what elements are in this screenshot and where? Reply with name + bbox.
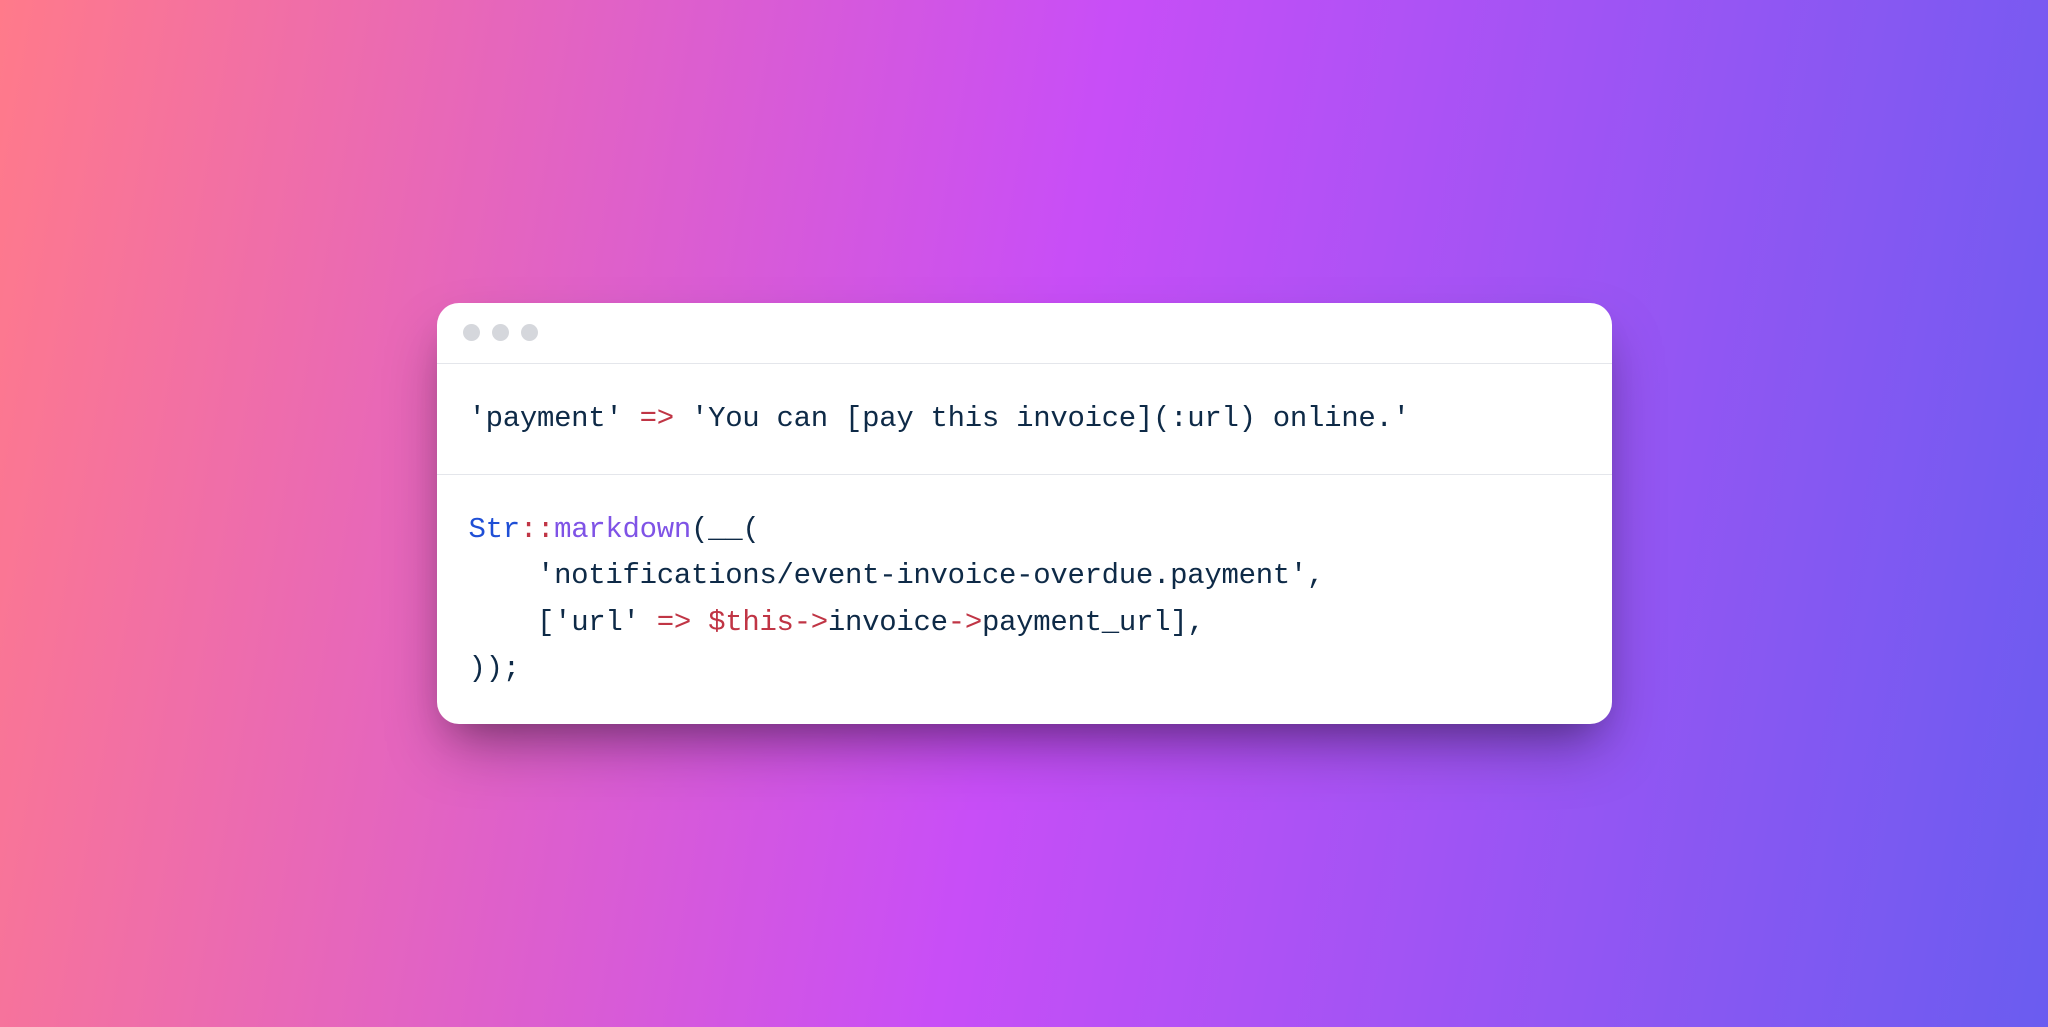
indent bbox=[469, 606, 537, 639]
this-var: $this bbox=[708, 606, 794, 639]
paren-close: )); bbox=[469, 652, 520, 685]
method-name: markdown bbox=[554, 513, 691, 546]
translation-key: 'notifications/event-invoice-overdue.pay… bbox=[537, 559, 1307, 592]
scope-separator: :: bbox=[520, 513, 554, 546]
object-arrow: -> bbox=[948, 606, 982, 639]
param-key: 'url' bbox=[554, 606, 640, 639]
code-pane-top: 'payment' => 'You can [pay this invoice]… bbox=[437, 364, 1612, 475]
window-titlebar bbox=[437, 303, 1612, 364]
paren-open: (__( bbox=[691, 513, 759, 546]
fat-arrow: => bbox=[623, 402, 691, 435]
prop-invoice: invoice bbox=[828, 606, 948, 639]
array-key: 'payment' bbox=[469, 402, 623, 435]
indent bbox=[469, 559, 537, 592]
comma: , bbox=[1307, 559, 1324, 592]
array-value: 'You can [pay this invoice](:url) online… bbox=[691, 402, 1410, 435]
class-name: Str bbox=[469, 513, 520, 546]
bracket-close: ], bbox=[1170, 606, 1204, 639]
code-pane-bottom: Str::markdown(__( 'notifications/event-i… bbox=[437, 475, 1612, 725]
fat-arrow: => bbox=[640, 606, 708, 639]
object-arrow: -> bbox=[794, 606, 828, 639]
code-window: 'payment' => 'You can [pay this invoice]… bbox=[437, 303, 1612, 725]
traffic-light-close-icon[interactable] bbox=[463, 324, 480, 341]
traffic-light-zoom-icon[interactable] bbox=[521, 324, 538, 341]
prop-payment-url: payment_url bbox=[982, 606, 1170, 639]
bracket-open: [ bbox=[537, 606, 554, 639]
traffic-light-minimize-icon[interactable] bbox=[492, 324, 509, 341]
